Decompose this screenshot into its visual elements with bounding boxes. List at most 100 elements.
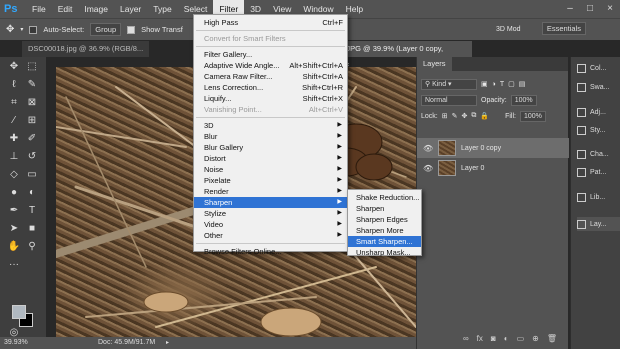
- lasso-tool-icon[interactable]: ℓ: [6, 77, 22, 93]
- menu-item-liquify[interactable]: Liquify... Shift+Ctrl+X: [194, 93, 347, 104]
- chevron-down-icon[interactable]: ▾: [20, 26, 23, 33]
- brush-tool-icon[interactable]: ✐: [24, 131, 40, 147]
- submenu-item-sharpen-more[interactable]: Sharpen More: [348, 225, 421, 236]
- blur-tool-icon[interactable]: ●: [6, 185, 22, 201]
- menu-edit[interactable]: Edit: [52, 0, 79, 18]
- layer-row-layer-0-copy[interactable]: 👁 Layer 0 copy: [417, 138, 569, 158]
- menu-file[interactable]: File: [26, 0, 52, 18]
- fill-input[interactable]: 100%: [519, 110, 546, 122]
- menu-layer[interactable]: Layer: [114, 0, 147, 18]
- menu-item-pixelate[interactable]: Pixelate ▶: [194, 175, 347, 186]
- menu-image[interactable]: Image: [78, 0, 114, 18]
- kind-filter-dropdown[interactable]: ⚲ Kind ▾: [421, 78, 477, 90]
- menu-item-filter-gallery[interactable]: Filter Gallery...: [194, 49, 347, 60]
- eye-icon[interactable]: 👁: [423, 164, 433, 173]
- group-icon[interactable]: ▭: [517, 334, 525, 343]
- mask-icon[interactable]: ◙: [491, 334, 496, 343]
- close-icon[interactable]: ×: [600, 0, 620, 18]
- menu-item-label: Render: [204, 187, 229, 196]
- frame-tool-icon[interactable]: ⊠: [24, 95, 40, 111]
- submenu-item-sharpen[interactable]: Sharpen: [348, 203, 421, 214]
- menu-item-adaptive-wide-angle[interactable]: Adaptive Wide Angle... Alt+Shift+Ctrl+A: [194, 60, 347, 71]
- dock-swatches[interactable]: Swa...: [577, 80, 620, 94]
- menu-item-browse-filters-online[interactable]: Browse Filters Online...: [194, 246, 347, 257]
- gradient-tool-icon[interactable]: ▭: [24, 167, 40, 183]
- clone-stamp-icon[interactable]: ⊥: [6, 149, 22, 165]
- dock-adjustments[interactable]: Adj...: [577, 105, 620, 119]
- blend-mode-dropdown[interactable]: Normal: [421, 94, 477, 106]
- shape-filter-icon[interactable]: ▢: [508, 80, 515, 88]
- submenu-item-unsharp-mask[interactable]: Unsharp Mask...: [348, 247, 421, 258]
- fx-icon[interactable]: fx: [477, 334, 483, 343]
- tab-dsc00018[interactable]: DSC00018.jpg @ 36.9% (RGB/8...: [22, 41, 150, 57]
- menu-item-render[interactable]: Render ▶: [194, 186, 347, 197]
- dock-color[interactable]: Col...: [577, 61, 620, 75]
- opacity-input[interactable]: 100%: [510, 94, 537, 106]
- dock-styles[interactable]: Sty...: [577, 123, 620, 137]
- shape-tool-icon[interactable]: ■: [24, 221, 40, 237]
- adjustment-icon[interactable]: ◐: [504, 334, 509, 343]
- submenu-item-sharpen-edges[interactable]: Sharpen Edges: [348, 214, 421, 225]
- dock-layers[interactable]: Lay...: [577, 217, 620, 231]
- menu-item-blur-gallery[interactable]: Blur Gallery ▶: [194, 142, 347, 153]
- menu-item-other[interactable]: Other ▶: [194, 230, 347, 241]
- dock-libraries[interactable]: Lib...: [577, 190, 620, 204]
- healing-brush-icon[interactable]: ✚: [6, 131, 22, 147]
- auto-select-dropdown[interactable]: Group: [90, 23, 122, 36]
- smart-filter-icon[interactable]: ▤: [519, 80, 526, 88]
- menu-item-sharpen[interactable]: Sharpen ▶: [194, 197, 347, 208]
- crop-tool-icon[interactable]: ⌗: [6, 95, 22, 111]
- adjust-filter-icon[interactable]: ◑: [492, 81, 496, 88]
- menu-item-distort[interactable]: Distort ▶: [194, 153, 347, 164]
- menu-item-video[interactable]: Video ▶: [194, 219, 347, 230]
- eyedropper-tool-icon[interactable]: ⁄: [6, 113, 22, 129]
- move-tool-icon[interactable]: ✥: [6, 24, 14, 35]
- menu-item-noise[interactable]: Noise ▶: [194, 164, 347, 175]
- zoom-tool-icon[interactable]: ⚲: [24, 239, 40, 255]
- menu-item-camera-raw-filter[interactable]: Camera Raw Filter... Shift+Ctrl+A: [194, 71, 347, 82]
- menu-item-3d[interactable]: 3D ▶: [194, 120, 347, 131]
- trash-icon[interactable]: 🗑: [547, 334, 557, 343]
- hand-tool-icon[interactable]: ✋: [6, 239, 22, 255]
- lock-pixels-icon[interactable]: ⊞: [442, 112, 448, 120]
- type-tool-icon[interactable]: T: [24, 203, 40, 219]
- pixel-filter-icon[interactable]: ▣: [481, 80, 488, 88]
- submenu-item-shake-reduction[interactable]: Shake Reduction...: [348, 192, 421, 203]
- type-filter-icon[interactable]: T: [500, 81, 504, 88]
- dodge-tool-icon[interactable]: ◐: [24, 185, 40, 201]
- show-transform-checkbox[interactable]: [127, 25, 136, 34]
- maximize-icon[interactable]: □: [580, 0, 600, 18]
- move-tool-icon[interactable]: ✥: [6, 59, 22, 75]
- lock-paint-icon[interactable]: ✎: [452, 112, 458, 120]
- link-icon[interactable]: ∞: [463, 334, 469, 343]
- minimize-icon[interactable]: –: [560, 0, 580, 18]
- menu-type[interactable]: Type: [147, 0, 177, 18]
- foreground-color-swatch[interactable]: [12, 305, 26, 319]
- workspace-dropdown[interactable]: Essentials: [541, 22, 586, 35]
- zoom-level[interactable]: 39.93%: [4, 337, 28, 349]
- eraser-tool-icon[interactable]: ◇: [6, 167, 22, 183]
- quick-select-tool-icon[interactable]: ✎: [24, 77, 40, 93]
- path-select-icon[interactable]: ➤: [6, 221, 22, 237]
- menu-item-high-pass[interactable]: High Pass Ctrl+F: [194, 17, 347, 28]
- dock-paths[interactable]: Pat...: [577, 165, 620, 179]
- eye-icon[interactable]: 👁: [423, 144, 433, 153]
- lock-artboard-icon[interactable]: ⧉: [471, 112, 476, 120]
- submenu-item-smart-sharpen[interactable]: Smart Sharpen...: [348, 236, 421, 247]
- history-brush-icon[interactable]: ↺: [24, 149, 40, 165]
- dock-channels[interactable]: Cha...: [577, 147, 620, 161]
- status-arrow-icon[interactable]: ▸: [166, 337, 169, 349]
- marquee-tool-icon[interactable]: ⬚: [24, 59, 40, 75]
- ruler-tool-icon[interactable]: ⊞: [24, 113, 40, 129]
- more-tools-icon[interactable]: ···: [6, 257, 22, 273]
- pen-tool-icon[interactable]: ✒: [6, 203, 22, 219]
- new-layer-icon[interactable]: ⊕: [532, 334, 539, 343]
- lock-move-icon[interactable]: ✥: [461, 112, 467, 120]
- tab-layers[interactable]: Layers: [417, 57, 452, 71]
- menu-item-stylize[interactable]: Stylize ▶: [194, 208, 347, 219]
- layer-row-layer-0[interactable]: 👁 Layer 0: [417, 158, 569, 178]
- auto-select-checkbox[interactable]: [29, 25, 38, 34]
- menu-item-blur[interactable]: Blur ▶: [194, 131, 347, 142]
- menu-item-lens-correction[interactable]: Lens Correction... Shift+Ctrl+R: [194, 82, 347, 93]
- lock-all-icon[interactable]: 🔒: [480, 112, 489, 120]
